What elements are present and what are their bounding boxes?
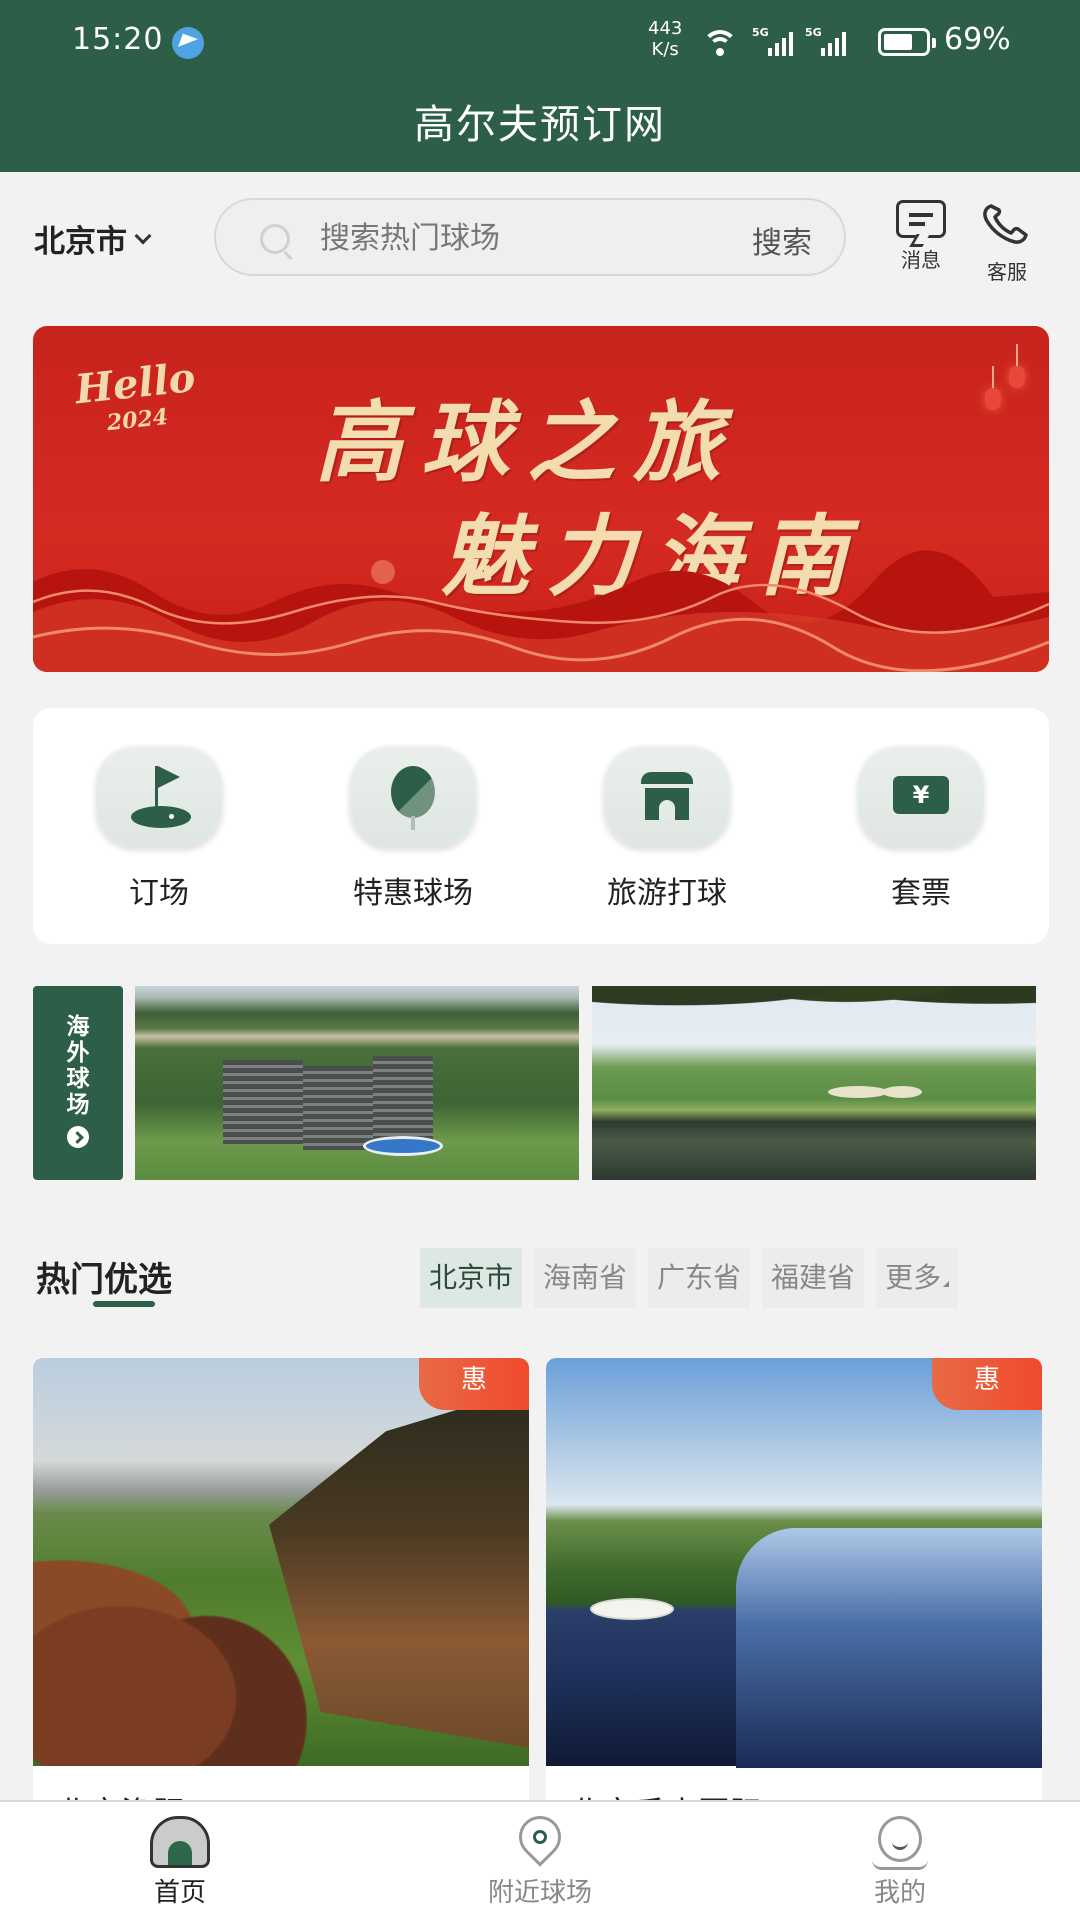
course-photo: [546, 1358, 1042, 1768]
cell2-tag: 5G: [805, 26, 822, 39]
course-photo: [33, 1358, 529, 1766]
overseas-label: 海外球场: [66, 1014, 90, 1118]
customer-service-button[interactable]: 客服: [972, 200, 1042, 285]
message-icon: [896, 200, 946, 238]
overseas-course-photo-lake[interactable]: [592, 986, 1036, 1180]
status-bar: 15:20 443 K/s 5G 5G 69%: [0, 0, 1080, 80]
network-speed-unit: K/s: [651, 39, 679, 60]
category-label: 特惠球场: [353, 876, 473, 911]
messages-button[interactable]: 消息: [886, 200, 956, 273]
app-header: 15:20 443 K/s 5G 5G 69% 高尔夫预订网: [0, 0, 1080, 172]
profile-icon: [872, 1816, 928, 1870]
nav-label: 附近球场: [487, 1878, 592, 1908]
category-discount-courses[interactable]: 特惠球场: [323, 744, 503, 912]
location-pin-icon: [510, 1807, 570, 1868]
nav-profile[interactable]: 我的: [800, 1816, 1000, 1909]
notification-app-icon: [172, 27, 204, 59]
lantern-icon: [1009, 344, 1025, 388]
signal-group: 5G 5G: [700, 26, 846, 56]
corner-triangle-icon: [943, 1281, 950, 1287]
home-icon: [150, 1816, 210, 1868]
search-button[interactable]: 搜索: [752, 218, 812, 262]
cell1-tag: 5G: [752, 26, 769, 39]
category-panel: 订场 特惠球场 旅游打球 ¥ 套票: [33, 708, 1049, 944]
lantern-icon: [985, 366, 1001, 410]
search-input[interactable]: [320, 214, 700, 262]
nav-label: 我的: [873, 1878, 926, 1908]
city-label: 北京市: [34, 224, 127, 260]
category-package-tickets[interactable]: ¥ 套票: [831, 744, 1011, 912]
bottom-navigation: 首页 附近球场 我的: [0, 1800, 1080, 1920]
battery-percent: 69%: [944, 22, 1011, 57]
network-speed: 443 K/s: [648, 18, 682, 60]
cellular-signal-icon: 5G: [752, 26, 793, 56]
category-label: 订场: [129, 876, 189, 911]
city-selector[interactable]: 北京市: [34, 216, 152, 261]
region-tab-more-label: 更多: [885, 1261, 942, 1294]
network-speed-value: 443: [648, 18, 683, 39]
discount-badge: 惠: [932, 1358, 1042, 1410]
search-bar: 搜索: [214, 198, 846, 276]
region-filter-tabs: 北京市 海南省 广东省 福建省 更多: [420, 1248, 959, 1308]
overseas-course-photo-resort[interactable]: [135, 986, 579, 1180]
wifi-icon: [700, 28, 740, 56]
ticket-icon: ¥: [857, 744, 985, 846]
arrow-right-circle-icon: [67, 1126, 89, 1148]
category-book-course[interactable]: 订场: [69, 744, 249, 912]
course-card[interactable]: 惠 北京渔阳: [33, 1358, 529, 1818]
banner-headline-1: 高球之旅: [315, 390, 740, 494]
nav-home[interactable]: 首页: [80, 1816, 280, 1909]
discount-badge: 惠: [419, 1358, 529, 1410]
page-title: 高尔夫预订网: [414, 102, 666, 148]
chevron-down-icon: [134, 227, 152, 244]
banner-hello-logo: Hello 2024: [73, 354, 201, 444]
region-tab-hainan[interactable]: 海南省: [534, 1248, 637, 1308]
category-label: 旅游打球: [607, 876, 727, 911]
wave-pattern: [33, 550, 1049, 672]
region-tab-guangdong[interactable]: 广东省: [648, 1248, 751, 1308]
nav-nearby-courses[interactable]: 附近球场: [440, 1807, 640, 1909]
nav-label: 首页: [153, 1878, 206, 1908]
search-icon: [260, 224, 290, 254]
promo-banner[interactable]: Hello 2024 高球之旅 魅力海南: [33, 326, 1049, 672]
region-tab-more[interactable]: 更多: [876, 1248, 959, 1308]
battery-icon: [878, 28, 936, 56]
category-travel-golf[interactable]: 旅游打球: [577, 744, 757, 912]
messages-label: 消息: [901, 248, 941, 272]
section-title: 热门优选: [36, 1260, 172, 1300]
category-label: 套票: [891, 876, 951, 911]
overseas-courses-tab[interactable]: 海外球场: [33, 986, 123, 1180]
section-title-underline: [93, 1301, 155, 1307]
region-tab-fujian[interactable]: 福建省: [762, 1248, 865, 1308]
golf-ball-icon: [349, 744, 477, 846]
region-tab-beijing[interactable]: 北京市: [420, 1248, 523, 1308]
battery-fill: [884, 34, 912, 50]
cellular-signal-icon: 5G: [805, 26, 846, 56]
flag-icon: [95, 744, 223, 846]
status-time: 15:20: [72, 22, 164, 57]
customer-service-label: 客服: [987, 260, 1027, 284]
phone-icon: [983, 204, 1028, 244]
gate-icon: [603, 744, 731, 846]
course-card[interactable]: 惠 北京香山国际: [546, 1358, 1042, 1818]
